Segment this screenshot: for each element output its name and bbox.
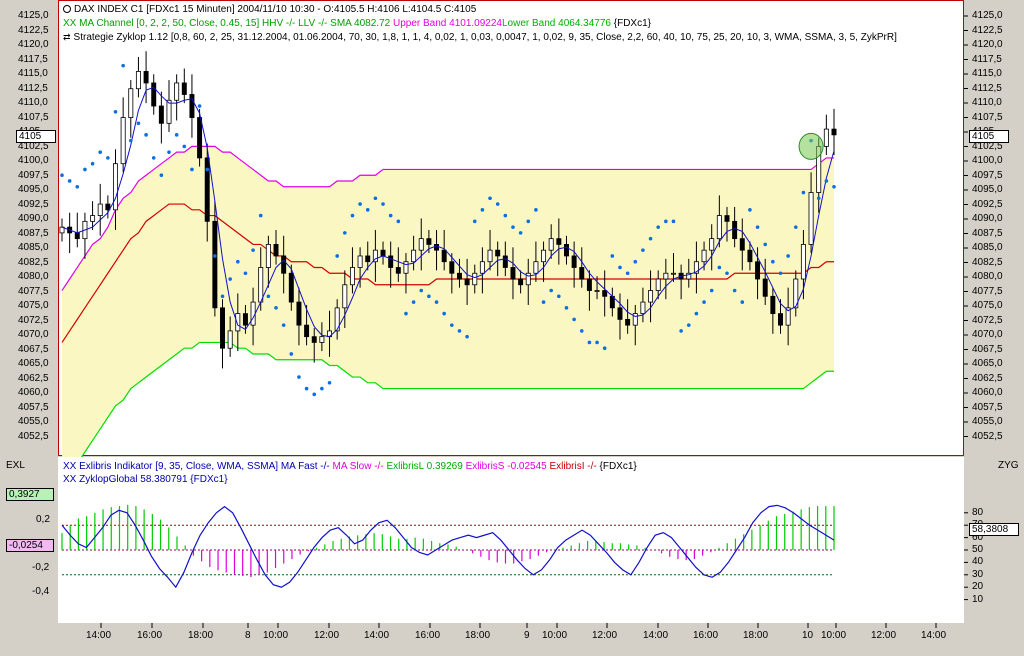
time-label: 10:00	[821, 630, 847, 641]
time-label: 12:00	[314, 630, 340, 641]
time-label: 18:00	[465, 630, 491, 641]
osc-right-tick: 30	[972, 568, 984, 580]
time-label: 14:00	[364, 630, 390, 641]
time-label: 10:00	[263, 630, 289, 641]
time-label: 10	[802, 630, 814, 641]
exlibris-s-value-box: -0,0254	[6, 539, 54, 552]
exlibris-l-legend: ExlibrisL 0.39269	[386, 461, 466, 472]
osc-left-tick: -0,4	[32, 586, 50, 597]
zyklop-legend: XX ZyklopGlobal 58.380791 {FDXc1}	[63, 474, 228, 485]
osc-left-tick: 0,2	[36, 514, 50, 525]
oscillator-chart	[61, 504, 968, 628]
osc-left-title: EXL	[6, 460, 25, 471]
osc-right-tick: 50	[972, 544, 984, 555]
time-label: 10:00	[542, 630, 568, 641]
exlibris-i-legend: ExlibrisI -/-	[549, 461, 600, 472]
exlibris-l-value-box: 0,3927	[6, 488, 54, 501]
exlibris-legend-prefix: XX Exlibris Indikator [9, 35, Close, WMA…	[63, 461, 333, 472]
time-label: 16:00	[137, 630, 163, 641]
osc-right-tick: 20	[972, 581, 984, 593]
time-label: 8	[245, 630, 251, 641]
exlibris-s-legend: ExlibrisS -0.02545	[465, 461, 550, 472]
time-label: 16:00	[693, 630, 719, 641]
osc-left-tick: -0,2	[32, 562, 50, 573]
time-label: 14:00	[86, 630, 112, 641]
time-label: 16:00	[415, 630, 441, 641]
time-label: 14:00	[643, 630, 669, 641]
osc-right-title: ZYG	[998, 460, 1019, 471]
osc-right-tick: 10	[972, 593, 984, 605]
time-label: 12:00	[592, 630, 618, 641]
time-label: 18:00	[743, 630, 769, 641]
exlibris-legend-suffix: {FDXc1}	[599, 461, 637, 472]
time-label: 9	[524, 630, 530, 641]
zyklop-value-box: 58,3808	[969, 523, 1019, 536]
exlibris-legend: XX Exlibris Indikator [9, 35, Close, WMA…	[63, 461, 637, 472]
osc-right-tick: 40	[972, 556, 984, 568]
ma-slow-legend: MA Slow -/-	[332, 461, 387, 472]
time-label: 14:00	[921, 630, 947, 641]
osc-right-tick: 80	[972, 506, 984, 518]
chart-window: { "colors": { "panel_bg": "#ffffff", "ch…	[0, 0, 1024, 656]
time-label: 12:00	[871, 630, 897, 641]
time-label: 18:00	[188, 630, 214, 641]
